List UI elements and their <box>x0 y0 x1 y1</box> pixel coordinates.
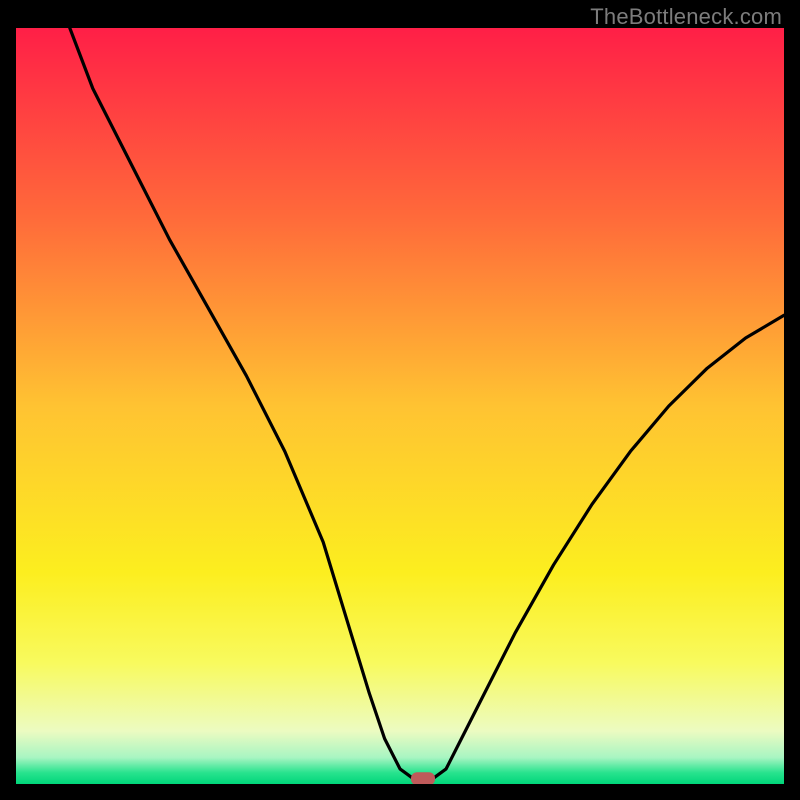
optimal-marker <box>411 772 435 784</box>
chart-frame <box>16 28 784 784</box>
watermark-text: TheBottleneck.com <box>590 4 782 30</box>
bottleneck-chart <box>16 28 784 784</box>
